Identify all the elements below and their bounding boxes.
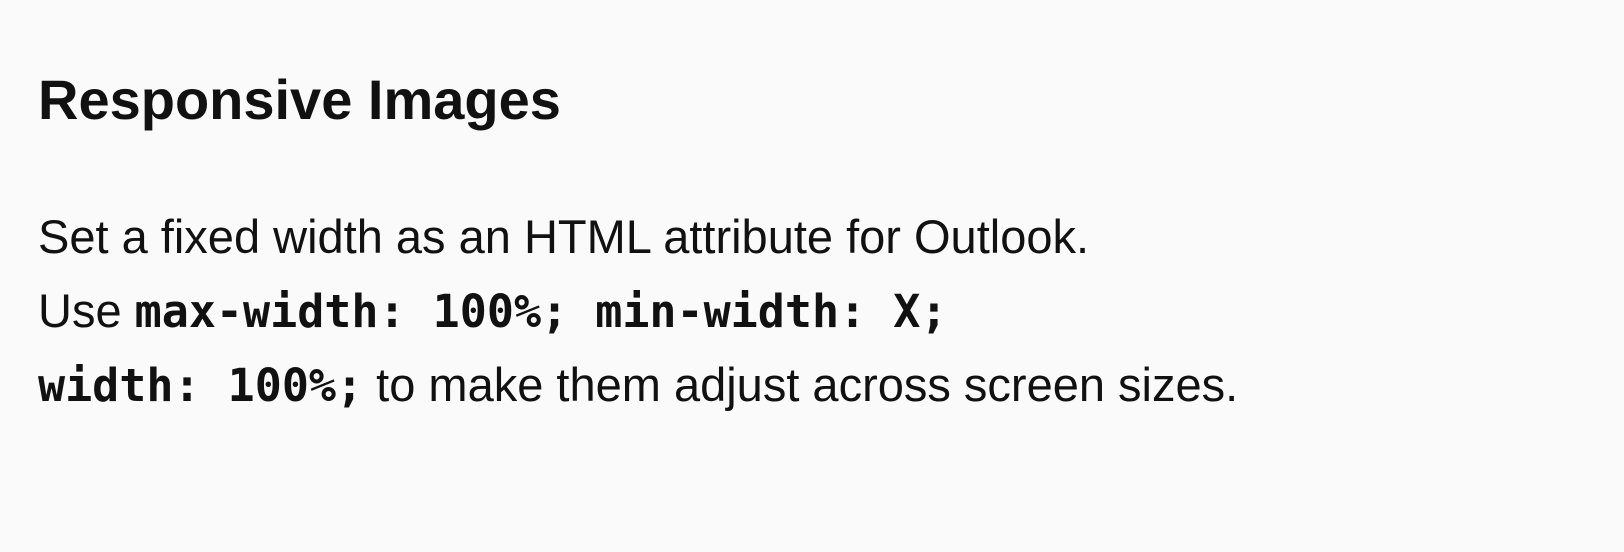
slide: Responsive Images Set a fixed width as a… <box>0 0 1624 552</box>
code-snippet-max-min-width: max-width: 100%; min-width: X; <box>134 285 948 338</box>
body-line-1-text: Set a fixed width as an HTML attribute f… <box>38 210 1090 263</box>
slide-title: Responsive Images <box>38 68 561 131</box>
slide-body: Set a fixed width as an HTML attribute f… <box>38 200 1238 422</box>
body-line-2: Use max-width: 100%; min-width: X; <box>38 274 1238 348</box>
body-line-1: Set a fixed width as an HTML attribute f… <box>38 200 1238 274</box>
body-line-2-prefix: Use <box>38 284 122 337</box>
code-snippet-width: width: 100%; <box>38 359 364 412</box>
body-line-3: width: 100%; to make them adjust across … <box>38 348 1238 422</box>
body-line-3-suffix: to make them adjust across screen sizes. <box>376 358 1239 411</box>
